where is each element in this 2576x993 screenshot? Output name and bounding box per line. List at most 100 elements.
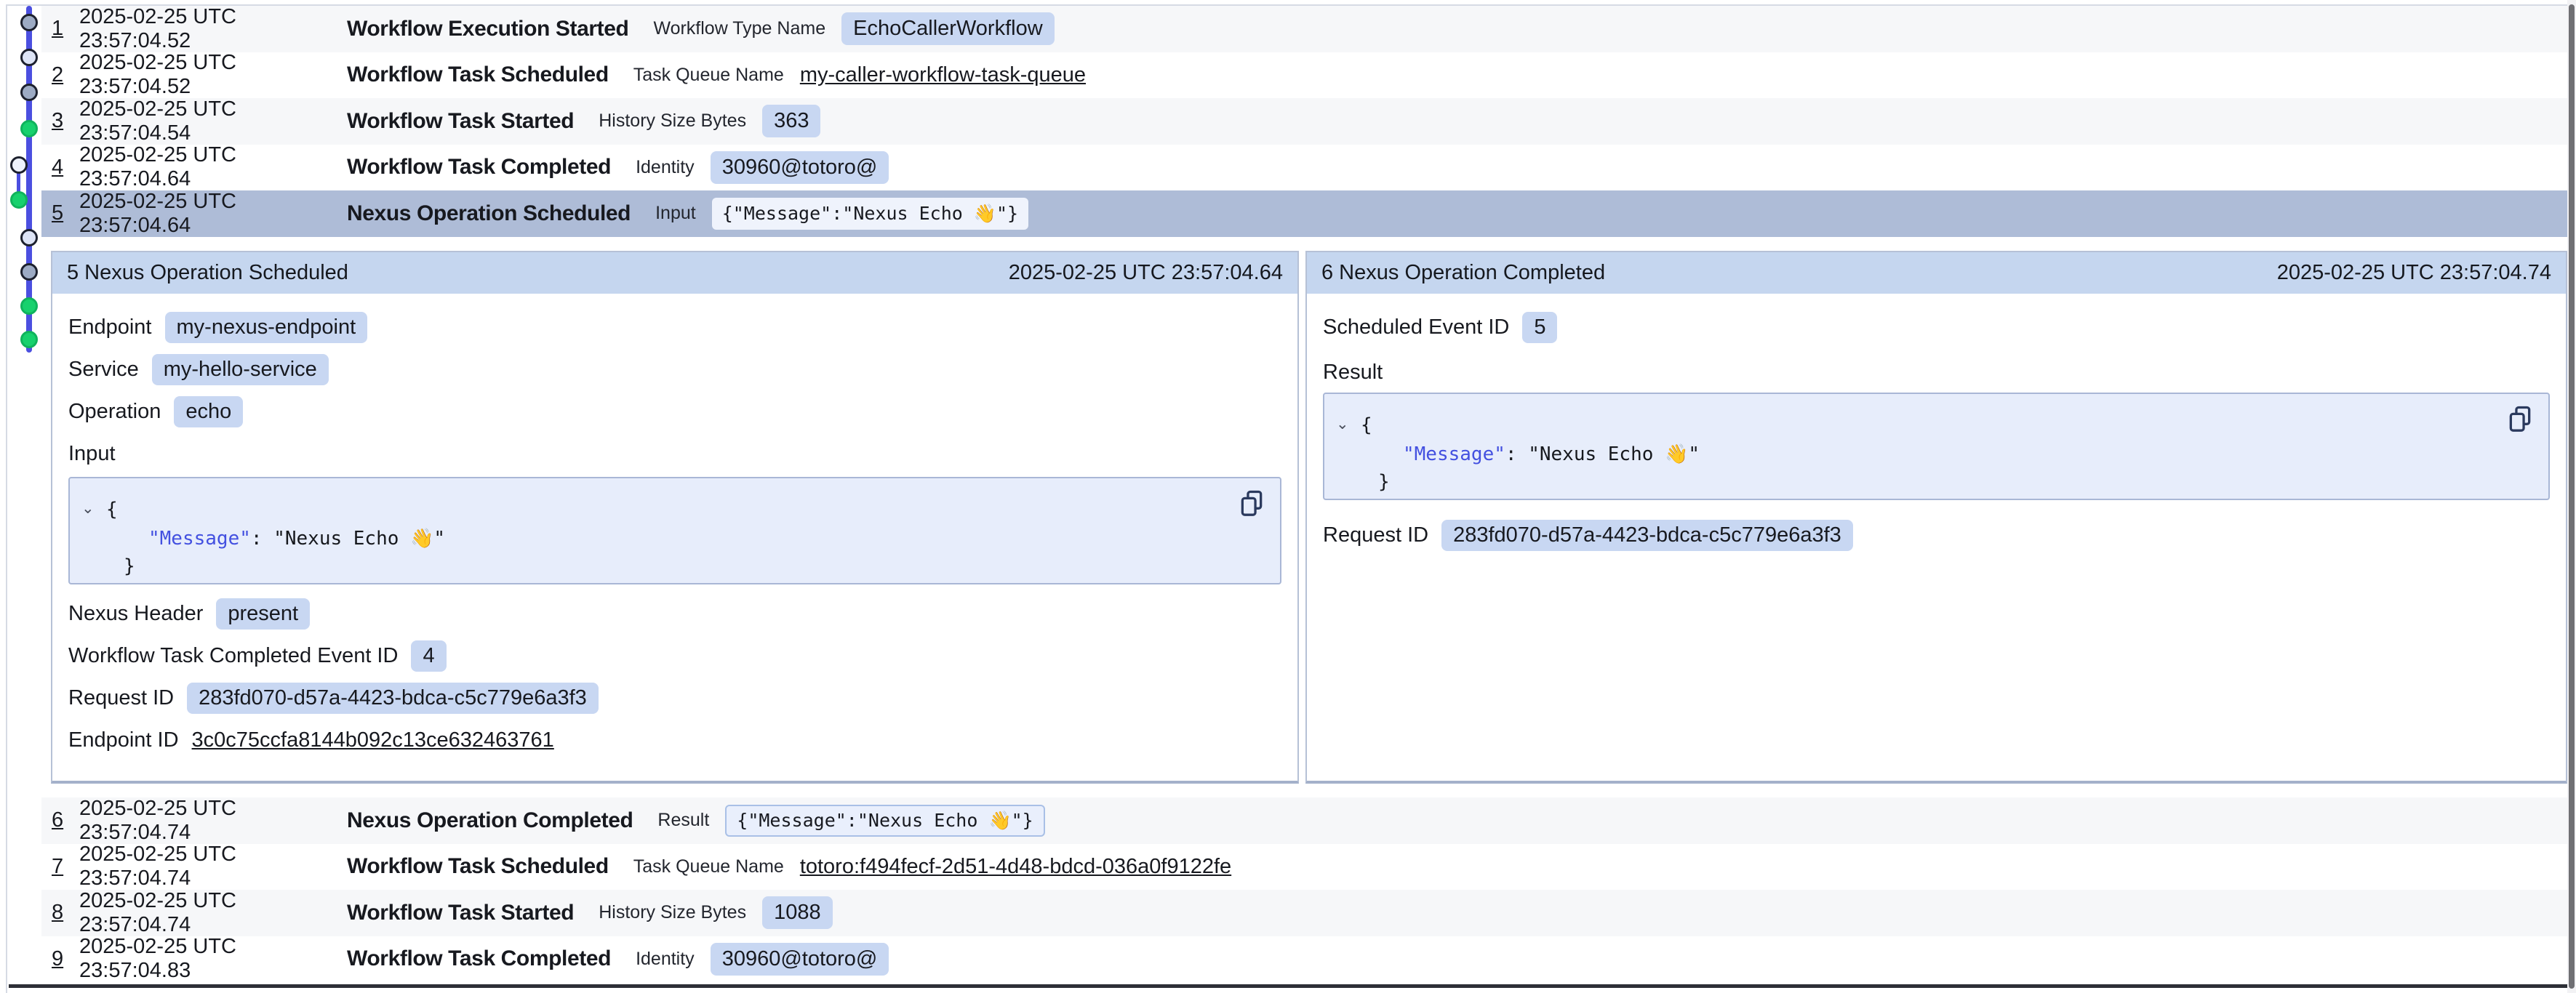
event-type: Workflow Task Started [347,109,574,134]
event-attr-label: Identity [636,157,695,178]
event-row[interactable]: 4 2025-02-25 UTC 23:57:04.64 Workflow Ta… [41,145,2567,191]
event-attr-label: Identity [636,949,695,970]
field-value: echo [174,396,243,427]
chevron-down-icon[interactable]: ⌄ [1336,411,1361,438]
event-type: Workflow Task Completed [347,155,611,180]
copy-icon[interactable] [1239,490,1264,518]
event-id-link[interactable]: 1 [52,17,68,41]
field-value: 283fd070-d57a-4423-bdca-c5c779e6a3f3 [187,683,599,714]
event-timestamp: 2025-02-25 UTC 23:57:04.52 [79,5,347,53]
event-id-link[interactable]: 4 [52,156,68,180]
result-label: Result [1323,359,2550,385]
timeline-dot-event-3[interactable] [20,84,38,101]
event-timestamp: 2025-02-25 UTC 23:57:04.64 [79,143,347,191]
event-attr-value: {"Message":"Nexus Echo 👋"} [712,198,1028,230]
field-label: Request ID [1323,523,1428,547]
event-type: Workflow Task Completed [347,946,611,971]
event-attr-label: Result [657,810,709,831]
event-attr-value: 1088 [762,896,833,929]
field-label: Endpoint ID [68,728,179,752]
event-timestamp: 2025-02-25 UTC 23:57:04.83 [79,935,347,983]
panel-timestamp: 2025-02-25 UTC 23:57:04.74 [2277,261,2551,285]
timeline-dot-event-4[interactable] [20,120,38,137]
event-type: Workflow Task Scheduled [347,854,609,879]
field-label: Request ID [68,686,174,710]
event-row[interactable]: 7 2025-02-25 UTC 23:57:04.74 Workflow Ta… [41,844,2567,891]
timeline-dot-event-1[interactable] [20,14,38,31]
event-row[interactable]: 5 2025-02-25 UTC 23:57:04.64 Nexus Opera… [41,190,2567,237]
field-label: Workflow Task Completed Event ID [68,644,398,668]
event-row[interactable]: 6 2025-02-25 UTC 23:57:04.74 Nexus Opera… [41,797,2567,844]
event-attr-value[interactable]: totoro:f494fecf-2d51-4d48-bdcd-036a0f912… [800,855,1231,879]
scrollbar-thumb[interactable] [2569,4,2575,989]
field-label: Endpoint [68,315,152,339]
detail-field: Endpointmy-nexus-endpoint [68,314,1281,340]
event-id-link[interactable]: 6 [52,808,68,832]
event-id-link[interactable]: 3 [52,109,68,133]
detail-field: Request ID283fd070-d57a-4423-bdca-c5c779… [1323,522,2550,548]
timeline-dot-event-8[interactable] [20,263,38,281]
field-value: present [216,598,310,630]
event-id-link[interactable]: 5 [52,201,68,225]
detail-field: Workflow Task Completed Event ID 4 [68,643,1281,669]
chevron-down-icon[interactable]: ⌄ [81,495,106,523]
event-timeline-minimap [0,0,41,378]
expanded-event-details: 5 Nexus Operation Scheduled 2025-02-25 U… [51,251,2567,784]
event-row[interactable]: 9 2025-02-25 UTC 23:57:04.83 Workflow Ta… [41,936,2567,983]
event-row[interactable]: 3 2025-02-25 UTC 23:57:04.54 Workflow Ta… [41,98,2567,145]
event-timestamp: 2025-02-25 UTC 23:57:04.52 [79,51,347,99]
field-label: Service [68,358,139,382]
event-attr-value[interactable]: my-caller-workflow-task-queue [800,63,1086,87]
field-value[interactable]: 3c0c75ccfa8144b092c13ce632463761 [192,728,554,752]
event-timestamp: 2025-02-25 UTC 23:57:04.54 [79,97,347,145]
event-attr-value: 363 [762,105,820,137]
panel-body: Scheduled Event ID5 Result ⌄{ "Message":… [1307,294,2566,548]
field-value: 4 [411,640,446,672]
field-label: Scheduled Event ID [1323,315,1509,339]
event-timestamp: 2025-02-25 UTC 23:57:04.74 [79,797,347,845]
event-row[interactable]: 1 2025-02-25 UTC 23:57:04.52 Workflow Ex… [41,6,2567,52]
event-attr-label: History Size Bytes [599,110,746,132]
event-attr-label: Input [655,203,696,224]
timeline-dot-event-7[interactable] [20,229,38,246]
next-row-top-edge [9,984,2567,988]
event-id-link[interactable]: 8 [52,901,68,925]
field-label: Operation [68,400,161,424]
timeline-dot-event-10[interactable] [20,331,38,348]
event-id-link[interactable]: 9 [52,947,68,971]
panel-body: Endpointmy-nexus-endpointServicemy-hello… [52,294,1297,753]
event-row[interactable]: 8 2025-02-25 UTC 23:57:04.74 Workflow Ta… [41,890,2567,936]
json-line-close: } [81,552,1263,580]
event-id-link[interactable]: 7 [52,855,68,879]
event-type: Nexus Operation Completed [347,808,633,833]
json-line-close: } [1336,468,2531,496]
workflow-event-history-page: { "colors": { "timeline_line": "#4b4fe0"… [0,0,2576,993]
event-timestamp: 2025-02-25 UTC 23:57:04.64 [79,190,347,238]
event-type: Workflow Task Scheduled [347,63,609,87]
field-label: Nexus Header [68,602,203,626]
timeline-dot-event-2[interactable] [20,49,38,66]
json-line-open: ⌄{ [81,496,1263,525]
input-label: Input [68,441,1281,467]
copy-icon[interactable] [2508,406,2532,433]
panel-timestamp: 2025-02-25 UTC 23:57:04.64 [1009,261,1283,285]
panel-header-nexus-completed[interactable]: 6 Nexus Operation Completed 2025-02-25 U… [1307,252,2566,294]
event-attr-label: History Size Bytes [599,902,746,923]
timeline-dot-event-9[interactable] [20,297,38,315]
panel-title: 5 Nexus Operation Scheduled [67,261,348,285]
event-attr-label: Task Queue Name [633,856,784,877]
event-detail-panel-nexus-completed: 6 Nexus Operation Completed 2025-02-25 U… [1305,251,2567,784]
event-attr-value: 30960@totoro@ [711,151,889,184]
event-row[interactable]: 2 2025-02-25 UTC 23:57:04.52 Workflow Ta… [41,52,2567,99]
event-attr-label: Task Queue Name [633,65,784,86]
detail-field: Nexus Header present [68,600,1281,627]
event-attr-value: {"Message":"Nexus Echo 👋"} [725,805,1044,837]
timeline-dot-event-6[interactable] [10,191,28,209]
timeline-dot-event-5[interactable] [10,156,28,174]
panel-header-nexus-scheduled[interactable]: 5 Nexus Operation Scheduled 2025-02-25 U… [52,252,1297,294]
event-attr-label: Workflow Type Name [653,18,825,39]
input-json-viewer: ⌄{ "Message": "Nexus Echo 👋" } [68,477,1281,584]
event-timestamp: 2025-02-25 UTC 23:57:04.74 [79,843,347,891]
json-line-open: ⌄{ [1336,411,2531,441]
event-id-link[interactable]: 2 [52,63,68,87]
